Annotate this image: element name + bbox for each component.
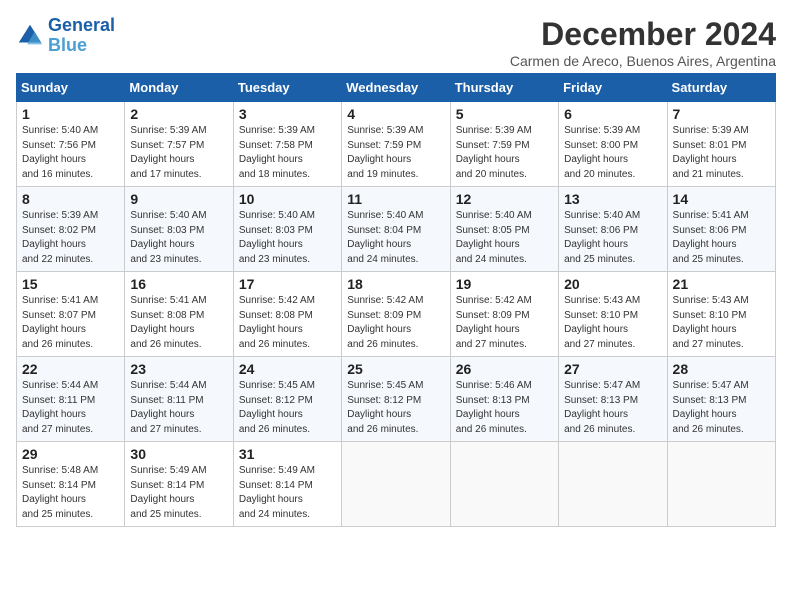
calendar-week-2: 8 Sunrise: 5:39 AM Sunset: 8:02 PM Dayli… — [17, 187, 776, 272]
table-row: 20 Sunrise: 5:43 AM Sunset: 8:10 PM Dayl… — [559, 272, 667, 357]
header-wednesday: Wednesday — [342, 74, 450, 102]
empty-cell — [450, 442, 558, 527]
table-row: 16 Sunrise: 5:41 AM Sunset: 8:08 PM Dayl… — [125, 272, 233, 357]
empty-cell — [342, 442, 450, 527]
empty-cell — [559, 442, 667, 527]
logo: GeneralBlue — [16, 16, 115, 56]
table-row: 17 Sunrise: 5:42 AM Sunset: 8:08 PM Dayl… — [233, 272, 341, 357]
calendar-table: Sunday Monday Tuesday Wednesday Thursday… — [16, 73, 776, 527]
table-row: 28 Sunrise: 5:47 AM Sunset: 8:13 PM Dayl… — [667, 357, 775, 442]
title-block: December 2024 Carmen de Areco, Buenos Ai… — [510, 16, 776, 69]
table-row: 30 Sunrise: 5:49 AM Sunset: 8:14 PM Dayl… — [125, 442, 233, 527]
table-row: 8 Sunrise: 5:39 AM Sunset: 8:02 PM Dayli… — [17, 187, 125, 272]
table-row: 19 Sunrise: 5:42 AM Sunset: 8:09 PM Dayl… — [450, 272, 558, 357]
calendar-week-1: 1 Sunrise: 5:40 AM Sunset: 7:56 PM Dayli… — [17, 102, 776, 187]
table-row: 2 Sunrise: 5:39 AM Sunset: 7:57 PM Dayli… — [125, 102, 233, 187]
table-row: 6 Sunrise: 5:39 AM Sunset: 8:00 PM Dayli… — [559, 102, 667, 187]
table-row: 21 Sunrise: 5:43 AM Sunset: 8:10 PM Dayl… — [667, 272, 775, 357]
header-tuesday: Tuesday — [233, 74, 341, 102]
table-row: 24 Sunrise: 5:45 AM Sunset: 8:12 PM Dayl… — [233, 357, 341, 442]
table-row: 12 Sunrise: 5:40 AM Sunset: 8:05 PM Dayl… — [450, 187, 558, 272]
table-row: 15 Sunrise: 5:41 AM Sunset: 8:07 PM Dayl… — [17, 272, 125, 357]
table-row: 11 Sunrise: 5:40 AM Sunset: 8:04 PM Dayl… — [342, 187, 450, 272]
month-title: December 2024 — [510, 16, 776, 53]
logo-icon — [16, 22, 44, 50]
table-row: 18 Sunrise: 5:42 AM Sunset: 8:09 PM Dayl… — [342, 272, 450, 357]
table-row: 13 Sunrise: 5:40 AM Sunset: 8:06 PM Dayl… — [559, 187, 667, 272]
header-monday: Monday — [125, 74, 233, 102]
header-sunday: Sunday — [17, 74, 125, 102]
table-row: 23 Sunrise: 5:44 AM Sunset: 8:11 PM Dayl… — [125, 357, 233, 442]
table-row: 4 Sunrise: 5:39 AM Sunset: 7:59 PM Dayli… — [342, 102, 450, 187]
table-row: 14 Sunrise: 5:41 AM Sunset: 8:06 PM Dayl… — [667, 187, 775, 272]
table-row: 1 Sunrise: 5:40 AM Sunset: 7:56 PM Dayli… — [17, 102, 125, 187]
table-row: 22 Sunrise: 5:44 AM Sunset: 8:11 PM Dayl… — [17, 357, 125, 442]
table-row: 10 Sunrise: 5:40 AM Sunset: 8:03 PM Dayl… — [233, 187, 341, 272]
table-row: 26 Sunrise: 5:46 AM Sunset: 8:13 PM Dayl… — [450, 357, 558, 442]
table-row: 31 Sunrise: 5:49 AM Sunset: 8:14 PM Dayl… — [233, 442, 341, 527]
logo-text: GeneralBlue — [48, 16, 115, 56]
table-row: 5 Sunrise: 5:39 AM Sunset: 7:59 PM Dayli… — [450, 102, 558, 187]
calendar-week-3: 15 Sunrise: 5:41 AM Sunset: 8:07 PM Dayl… — [17, 272, 776, 357]
table-row: 25 Sunrise: 5:45 AM Sunset: 8:12 PM Dayl… — [342, 357, 450, 442]
table-row: 7 Sunrise: 5:39 AM Sunset: 8:01 PM Dayli… — [667, 102, 775, 187]
calendar-week-4: 22 Sunrise: 5:44 AM Sunset: 8:11 PM Dayl… — [17, 357, 776, 442]
header-friday: Friday — [559, 74, 667, 102]
table-row: 29 Sunrise: 5:48 AM Sunset: 8:14 PM Dayl… — [17, 442, 125, 527]
calendar-week-5: 29 Sunrise: 5:48 AM Sunset: 8:14 PM Dayl… — [17, 442, 776, 527]
table-row: 3 Sunrise: 5:39 AM Sunset: 7:58 PM Dayli… — [233, 102, 341, 187]
empty-cell — [667, 442, 775, 527]
table-row: 27 Sunrise: 5:47 AM Sunset: 8:13 PM Dayl… — [559, 357, 667, 442]
calendar-header-row: Sunday Monday Tuesday Wednesday Thursday… — [17, 74, 776, 102]
table-row: 9 Sunrise: 5:40 AM Sunset: 8:03 PM Dayli… — [125, 187, 233, 272]
header-saturday: Saturday — [667, 74, 775, 102]
page-header: GeneralBlue December 2024 Carmen de Arec… — [16, 16, 776, 69]
location-subtitle: Carmen de Areco, Buenos Aires, Argentina — [510, 53, 776, 69]
header-thursday: Thursday — [450, 74, 558, 102]
